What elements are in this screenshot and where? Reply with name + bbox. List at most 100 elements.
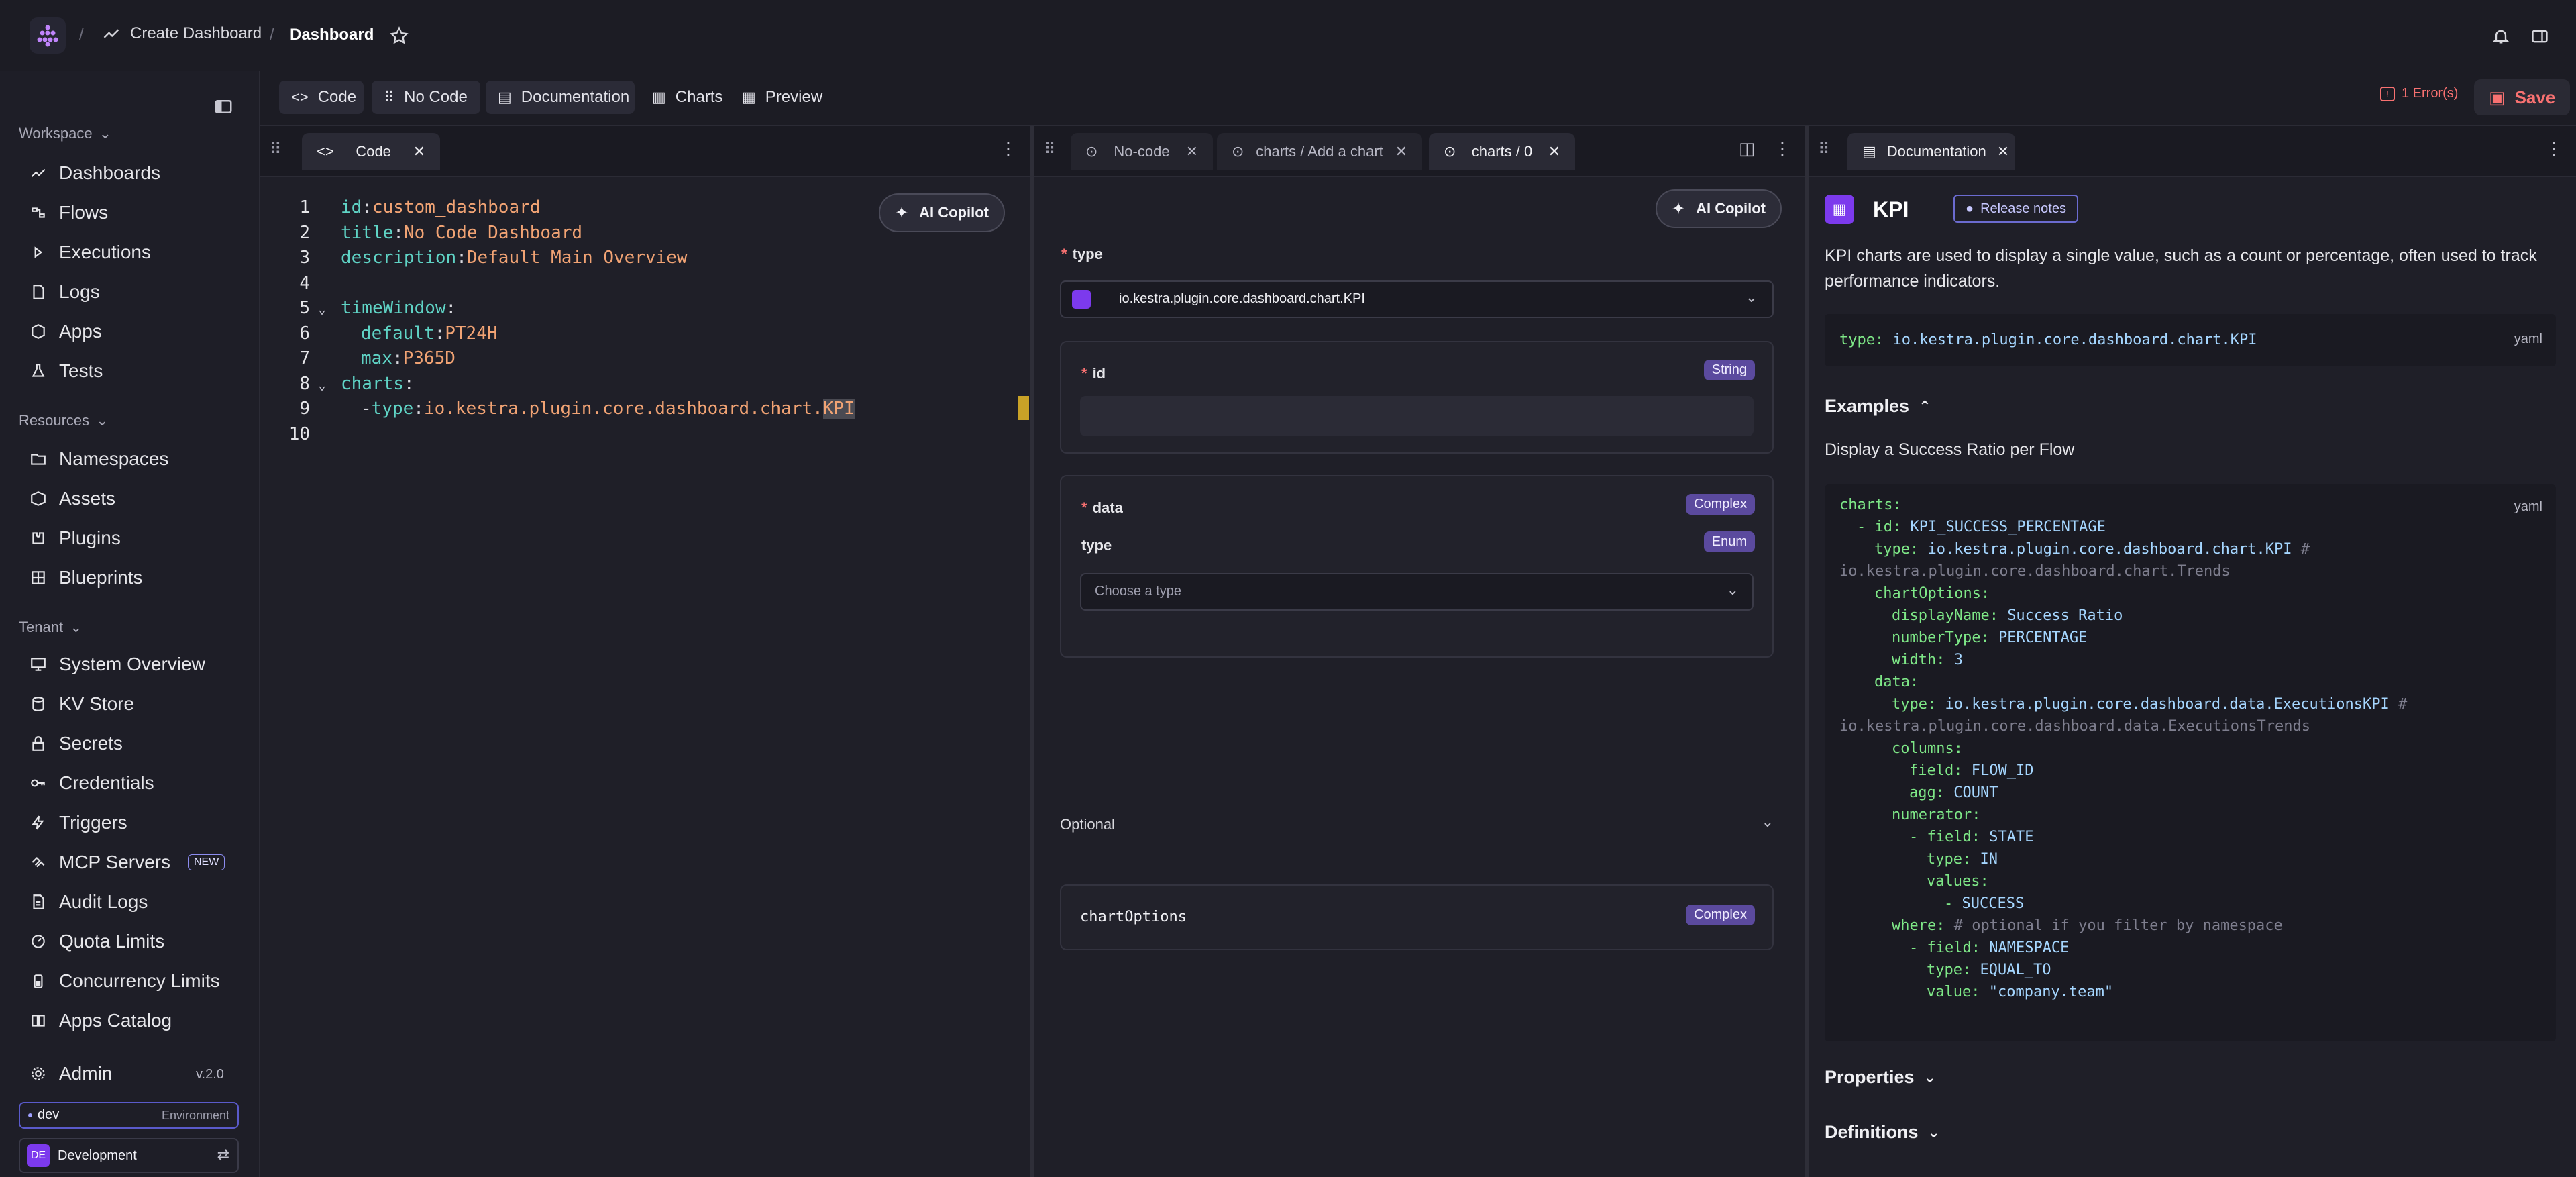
code-view-button[interactable]: <> Code bbox=[279, 81, 364, 114]
more-options-icon[interactable]: ⋮ bbox=[1000, 138, 1017, 159]
mcp-icon bbox=[32, 856, 45, 868]
sidebar-item-namespaces[interactable]: Namespaces bbox=[30, 448, 168, 470]
environment-selector[interactable]: dev Environment bbox=[19, 1102, 239, 1129]
sidebar-item-apps-catalog[interactable]: Apps Catalog bbox=[30, 1010, 172, 1031]
app-logo[interactable] bbox=[30, 17, 66, 54]
optional-section-toggle[interactable]: Optional ⌄ bbox=[1060, 811, 1774, 840]
breadcrumb-parent[interactable]: Create Dashboard bbox=[102, 24, 262, 43]
breadcrumb-separator: / bbox=[270, 25, 274, 44]
complex-badge: Complex bbox=[1686, 905, 1755, 925]
example-code-block: yaml charts: - id: KPI_SUCCESS_PERCENTAGE… bbox=[1825, 484, 2556, 1041]
more-options-icon[interactable]: ⋮ bbox=[2545, 138, 2563, 159]
drag-handle-icon[interactable]: ⠿ bbox=[1044, 140, 1056, 159]
bell-icon[interactable] bbox=[2491, 27, 2510, 46]
top-bar: / Create Dashboard / Dashboard bbox=[0, 0, 2576, 72]
sidebar-item-triggers[interactable]: Triggers bbox=[30, 812, 127, 833]
sidebar-item-tests[interactable]: Tests bbox=[30, 360, 103, 382]
env-dot bbox=[28, 1113, 32, 1117]
sidebar-item-secrets[interactable]: Secrets bbox=[30, 733, 123, 754]
close-icon[interactable]: ✕ bbox=[1395, 143, 1407, 160]
line-number: 7 bbox=[299, 348, 310, 368]
sidebar-item-audit-logs[interactable]: Audit Logs bbox=[30, 891, 148, 913]
examples-toggle[interactable]: Examples ⌃ bbox=[1825, 396, 1931, 417]
sidebar-item-logs[interactable]: Logs bbox=[30, 281, 100, 303]
tab-code[interactable]: <> Code ✕ bbox=[302, 133, 440, 170]
type-select[interactable]: io.kestra.plugin.core.dashboard.chart.KP… bbox=[1060, 280, 1774, 318]
yaml-line: columns: bbox=[1892, 740, 1963, 757]
line-number: 3 bbox=[299, 248, 310, 268]
yaml-label: yaml bbox=[2514, 331, 2542, 346]
tenant-name: Development bbox=[58, 1148, 137, 1163]
close-icon[interactable]: ✕ bbox=[413, 143, 425, 160]
trend-icon bbox=[31, 168, 46, 178]
sidebar-item-credentials[interactable]: Credentials bbox=[30, 772, 154, 794]
doc-icon: ▤ bbox=[498, 89, 512, 105]
example-yaml: charts: - id: KPI_SUCCESS_PERCENTAGE type:… bbox=[1839, 494, 2407, 1003]
bolt-icon bbox=[32, 815, 44, 830]
sidebar-item-assets[interactable]: Assets bbox=[30, 488, 115, 509]
section-resources[interactable]: Resources ⌄ bbox=[19, 412, 109, 429]
close-icon[interactable]: ✕ bbox=[1997, 143, 2009, 160]
sidebar-item-system-overview[interactable]: System Overview bbox=[30, 654, 205, 675]
play-icon bbox=[34, 246, 43, 258]
sidebar-item-flows[interactable]: Flows bbox=[30, 202, 108, 223]
sidebar-item-kv-store[interactable]: KV Store bbox=[30, 693, 134, 715]
code-pane: ⠿ <> Code ✕ ⋮ ✦ AI Copilot 1 id: custom_dash… bbox=[260, 126, 1030, 1177]
sidebar-item-quota-limits[interactable]: Quota Limits bbox=[30, 931, 164, 952]
fold-chevron-icon[interactable]: ⌄ bbox=[318, 376, 326, 393]
tab-add-chart[interactable]: ⊙ charts / Add a chart ✕ bbox=[1217, 133, 1422, 170]
ai-copilot-button[interactable]: ✦ AI Copilot bbox=[1656, 189, 1782, 228]
line-number: 5 bbox=[299, 298, 310, 318]
sidebar-item-apps[interactable]: Apps bbox=[30, 321, 102, 342]
drag-handle-icon[interactable]: ⠿ bbox=[1818, 140, 1830, 159]
release-notes-button[interactable]: ● Release notes bbox=[1953, 195, 2078, 223]
close-icon[interactable]: ✕ bbox=[1548, 143, 1560, 160]
close-icon[interactable]: ✕ bbox=[1186, 143, 1198, 160]
yaml-line: numerator: bbox=[1892, 807, 1981, 823]
code-line: id: custom_dashboard bbox=[341, 197, 541, 217]
section-tenant[interactable]: Tenant ⌄ bbox=[19, 619, 83, 636]
nocode-view-button[interactable]: ⠿ No Code bbox=[372, 81, 480, 114]
tenant-switcher[interactable]: DE Development ⇄ bbox=[19, 1138, 239, 1173]
definitions-toggle[interactable]: Definitions ⌄ bbox=[1825, 1122, 1940, 1143]
sidebar-item-executions[interactable]: Executions bbox=[30, 242, 151, 263]
yaml-line: - SUCCESS bbox=[1944, 895, 2025, 912]
section-workspace[interactable]: Workspace ⌄ bbox=[19, 125, 111, 142]
star-icon[interactable] bbox=[389, 25, 409, 46]
properties-toggle[interactable]: Properties ⌄ bbox=[1825, 1067, 1936, 1088]
mouse-icon: ⊙ bbox=[1444, 143, 1456, 160]
tab-nocode[interactable]: ⊙ No-code ✕ bbox=[1071, 133, 1213, 170]
breadcrumb-current: Dashboard bbox=[290, 25, 374, 44]
charts-view-button[interactable]: ▥ Charts bbox=[640, 81, 724, 114]
panel-toggle-icon[interactable] bbox=[2530, 27, 2549, 46]
id-input[interactable] bbox=[1080, 396, 1754, 436]
chart-options-card[interactable]: chartOptions Complex bbox=[1060, 884, 1774, 950]
sidebar-item-blueprints[interactable]: Blueprints bbox=[30, 567, 143, 588]
folder-icon bbox=[31, 454, 46, 465]
sidebar-item-mcp-servers[interactable]: MCP Servers NEW bbox=[30, 852, 225, 873]
sidebar-item-plugins[interactable]: Plugins bbox=[30, 527, 121, 549]
code-line: timeWindow: bbox=[341, 298, 457, 318]
fold-chevron-icon[interactable]: ⌄ bbox=[318, 301, 326, 317]
data-type-select[interactable]: Choose a type ⌄ bbox=[1080, 573, 1754, 611]
documentation-view-button[interactable]: ▤ Documentation bbox=[486, 81, 635, 114]
documentation-pane: ⠿ ▤ Documentation ✕ ⋮ ▦ KPI ● Release notes… bbox=[1809, 126, 2576, 1177]
sidebar-item-dashboards[interactable]: Dashboards bbox=[30, 162, 160, 184]
tab-documentation[interactable]: ▤ Documentation ✕ bbox=[1847, 133, 2015, 170]
save-button[interactable]: ▣ Save bbox=[2474, 79, 2571, 115]
data-field-card: * data Complex type Enum Choose a type ⌄ bbox=[1060, 475, 1774, 658]
collapse-sidebar-icon[interactable] bbox=[213, 97, 233, 117]
tab-charts-0[interactable]: ⊙ charts / 0 ✕ bbox=[1429, 133, 1575, 170]
chevron-down-icon: ⌄ bbox=[99, 125, 112, 142]
mouse-icon: ⊙ bbox=[1085, 143, 1098, 160]
yaml-line: type: io.kestra.plugin.core.dashboard.ch… bbox=[1874, 541, 2310, 558]
file-icon bbox=[33, 285, 44, 299]
split-view-icon[interactable]: ◫ bbox=[1739, 138, 1756, 159]
preview-view-button[interactable]: ▦ Preview bbox=[730, 81, 826, 114]
sidebar-item-admin[interactable]: Admin bbox=[30, 1063, 112, 1084]
ai-copilot-button[interactable]: ✦ AI Copilot bbox=[879, 193, 1005, 232]
error-indicator[interactable]: ! 1 Error(s) bbox=[2380, 86, 2458, 101]
sidebar-item-concurrency-limits[interactable]: Concurrency Limits bbox=[30, 970, 220, 992]
drag-handle-icon[interactable]: ⠿ bbox=[270, 140, 282, 159]
more-options-icon[interactable]: ⋮ bbox=[1774, 138, 1791, 159]
